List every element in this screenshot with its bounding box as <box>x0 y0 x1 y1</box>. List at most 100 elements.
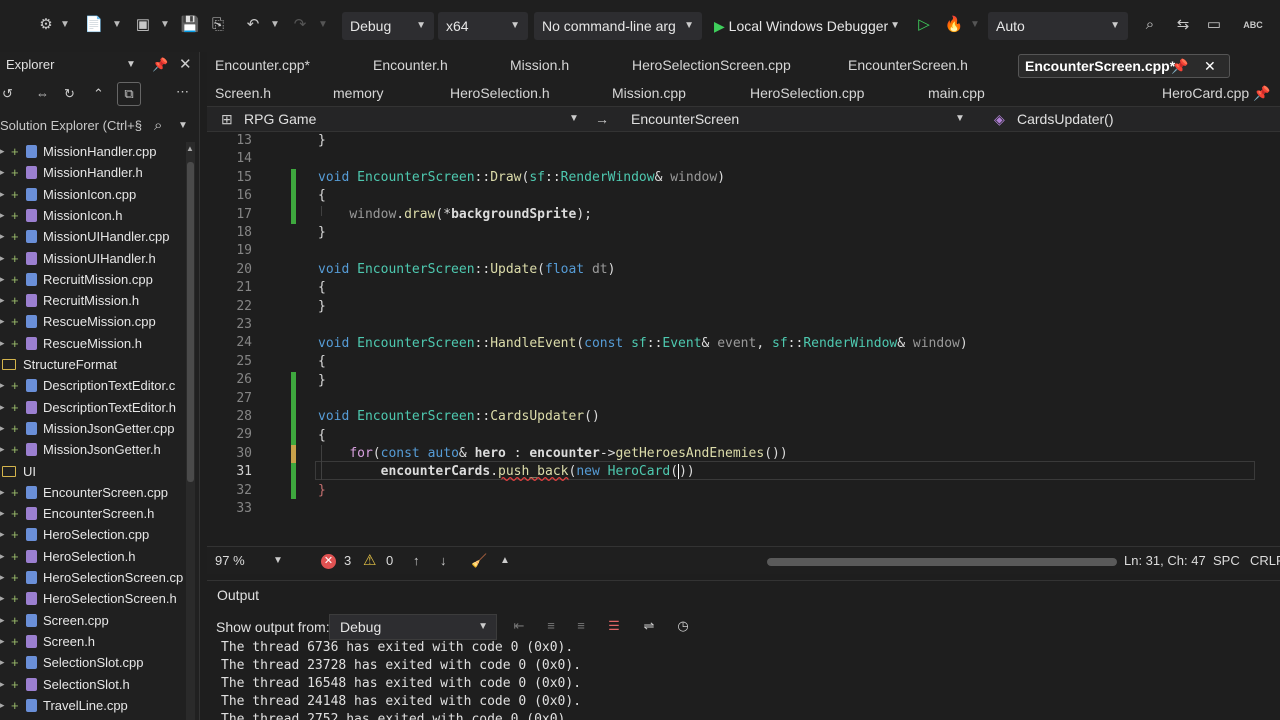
expand-icon[interactable]: ▸ <box>0 567 8 588</box>
document-tab[interactable]: HeroSelection.cpp <box>750 80 864 106</box>
tree-file[interactable]: ▸ + HeroSelectionScreen.cp <box>0 567 183 588</box>
expand-icon[interactable]: ▸ <box>0 652 8 673</box>
cleanup-icon[interactable]: 🧹 <box>471 547 487 575</box>
document-tab[interactable]: Mission.cpp <box>612 80 686 106</box>
start-debugging-button[interactable]: ▶ Local Windows Debugger ▼ <box>706 12 908 40</box>
tree-file[interactable]: ▸ + RescueMission.h <box>0 333 183 354</box>
member-dropdown[interactable]: ◈ CardsUpdater() <box>989 107 1279 131</box>
find-in-files-icon[interactable]: ⌕ <box>1140 15 1160 35</box>
warning-count[interactable]: 0 <box>386 547 393 575</box>
expand-icon[interactable]: ▸ <box>0 162 8 183</box>
document-tab[interactable]: main.cpp <box>928 80 985 106</box>
chevron-down-icon[interactable]: ▼ <box>60 17 70 33</box>
spell-check-icon[interactable]: ABC <box>1243 15 1263 35</box>
document-tab[interactable]: Encounter.h <box>373 52 448 80</box>
chevron-down-icon[interactable]: ▼ <box>112 17 122 33</box>
tree-file[interactable]: ▸ + MissionJsonGetter.h <box>0 439 183 460</box>
expand-icon[interactable]: ▸ <box>0 375 8 396</box>
chevron-down-icon[interactable]: ▼ <box>270 17 280 33</box>
start-without-debugging-icon[interactable]: ▷ <box>914 15 934 35</box>
chevron-down-icon[interactable]: ▼ <box>178 114 188 138</box>
expand-icon[interactable]: ▸ <box>0 226 8 247</box>
next-issue-icon[interactable]: ↓ <box>440 547 447 575</box>
configuration-select[interactable]: Debug ▼ <box>342 12 434 40</box>
code-editor[interactable]: 13 14 15 16 17 18 19 20 21 22 23 24 25 26 27 28 29 30 31 32… <box>207 132 1280 546</box>
document-tab[interactable]: HeroCard.cpp 📌 <box>1162 80 1270 106</box>
git-icon[interactable]: ⚙ <box>36 15 56 35</box>
scroll-thumb[interactable] <box>187 162 194 482</box>
save-all-icon[interactable]: ⎘ <box>208 15 228 35</box>
search-icon[interactable]: ⌕ <box>154 114 162 138</box>
project-dropdown[interactable]: ⊞ RPG Game ▼ <box>207 107 590 131</box>
tree-file[interactable]: ▸ + SelectionSlot.h <box>0 674 183 695</box>
zoom-level[interactable]: 97 % <box>215 547 245 575</box>
horizontal-scrollbar[interactable] <box>767 558 1117 566</box>
chevron-down-icon[interactable]: ▼ <box>160 17 170 33</box>
document-tab[interactable]: memory <box>333 80 384 106</box>
chevron-down-icon[interactable]: ▼ <box>126 52 136 78</box>
close-icon[interactable]: ✕ <box>179 52 192 78</box>
tree-folder[interactable]: UI <box>0 461 183 482</box>
tree-file[interactable]: ▸ + EncounterScreen.cpp <box>0 482 183 503</box>
pin-icon[interactable]: 📌 <box>1249 85 1270 101</box>
tree-file[interactable]: ▸ + RecruitMission.h <box>0 290 183 311</box>
show-all-files-icon[interactable]: ⧉ <box>117 82 141 106</box>
error-count[interactable]: 3 <box>344 547 351 575</box>
redo-icon[interactable]: ↷ <box>290 15 310 35</box>
previous-message-icon[interactable]: ≡ <box>542 617 560 635</box>
expand-icon[interactable]: ▸ <box>0 631 8 652</box>
expand-icon[interactable]: ▸ <box>0 311 8 332</box>
expand-icon[interactable]: ▸ <box>0 397 8 418</box>
clear-all-icon[interactable]: ☰ <box>605 617 623 635</box>
error-icon[interactable]: ✕ <box>321 554 336 569</box>
tree-file[interactable]: ▸ + EncounterScreen.h <box>0 503 183 524</box>
scope-dropdown[interactable]: → EncounterScreen ▼ <box>593 107 975 131</box>
tree-file[interactable]: ▸ + SelectionSlot.cpp <box>0 652 183 673</box>
chevron-down-icon[interactable]: ▼ <box>318 17 328 33</box>
refresh-icon[interactable]: ↻ <box>64 86 75 102</box>
tree-file[interactable]: ▸ + RecruitMission.cpp <box>0 269 183 290</box>
find-message-icon[interactable]: ⇤ <box>510 617 528 635</box>
expand-icon[interactable]: ▸ <box>0 482 8 503</box>
add-item-icon[interactable]: ▣ <box>133 15 153 35</box>
expand-icon[interactable]: ▸ <box>0 418 8 439</box>
tree-file[interactable]: ▸ + MissionIcon.h <box>0 205 183 226</box>
collapse-all-icon[interactable]: ⌃ <box>93 86 104 102</box>
clock-icon[interactable]: ◷ <box>674 617 692 635</box>
chevron-down-icon[interactable]: ▼ <box>273 547 283 575</box>
tree-file[interactable]: ▸ + Screen.cpp <box>0 610 183 631</box>
tree-file[interactable]: ▸ + DescriptionTextEditor.c <box>0 375 183 396</box>
solution-config-select[interactable]: Auto ▼ <box>988 12 1128 40</box>
expand-icon[interactable]: ▸ <box>0 439 8 460</box>
expand-icon[interactable]: ▸ <box>0 141 8 162</box>
word-wrap-icon[interactable]: ⇌ <box>640 617 658 635</box>
line-ending[interactable]: CRLF <box>1250 547 1280 575</box>
tree-file[interactable]: ▸ + MissionUIHandler.h <box>0 248 183 269</box>
tree-file[interactable]: ▸ + DescriptionTextEditor.h <box>0 397 183 418</box>
platform-select[interactable]: x64 ▼ <box>438 12 528 40</box>
output-source-select[interactable]: Debug ▼ <box>329 614 497 640</box>
layout-icon[interactable]: ▭ <box>1204 15 1224 35</box>
pin-icon[interactable]: 📌 <box>152 52 168 78</box>
expand-icon[interactable]: ▸ <box>0 248 8 269</box>
whitespace-mode[interactable]: SPC <box>1213 547 1240 575</box>
tree-file[interactable]: ▸ + MissionUIHandler.cpp <box>0 226 183 247</box>
expand-icon[interactable]: ▸ <box>0 588 8 609</box>
cursor-position[interactable]: Ln: 31, Ch: 47 <box>1124 547 1206 575</box>
explorer-search-input[interactable]: Solution Explorer (Ctrl+§ ⌕ ▼ <box>0 114 200 138</box>
live-share-icon[interactable]: ⇆ <box>1173 15 1193 35</box>
expand-icon[interactable]: ▸ <box>0 524 8 545</box>
sync-icon[interactable]: ⇔ <box>36 86 49 101</box>
more-icon[interactable]: ⋯ <box>176 84 189 100</box>
tree-file[interactable]: ▸ + HeroSelectionScreen.h <box>0 588 183 609</box>
document-tab[interactable]: EncounterScreen.cpp* 📌 ✕ <box>1018 54 1230 78</box>
tree-file[interactable]: ▸ + HeroSelection.cpp <box>0 524 183 545</box>
expand-icon[interactable]: ▸ <box>0 333 8 354</box>
hot-reload-icon[interactable]: 🔥 <box>944 15 964 35</box>
command-args-select[interactable]: No command-line arg ▼ <box>534 12 702 40</box>
warning-icon[interactable]: ⚠ <box>363 547 376 575</box>
undo-icon[interactable]: ↶ <box>243 15 263 35</box>
expand-icon[interactable]: ▸ <box>0 184 8 205</box>
previous-issue-icon[interactable]: ↑ <box>413 547 420 575</box>
back-icon[interactable]: ↺ <box>2 86 13 102</box>
